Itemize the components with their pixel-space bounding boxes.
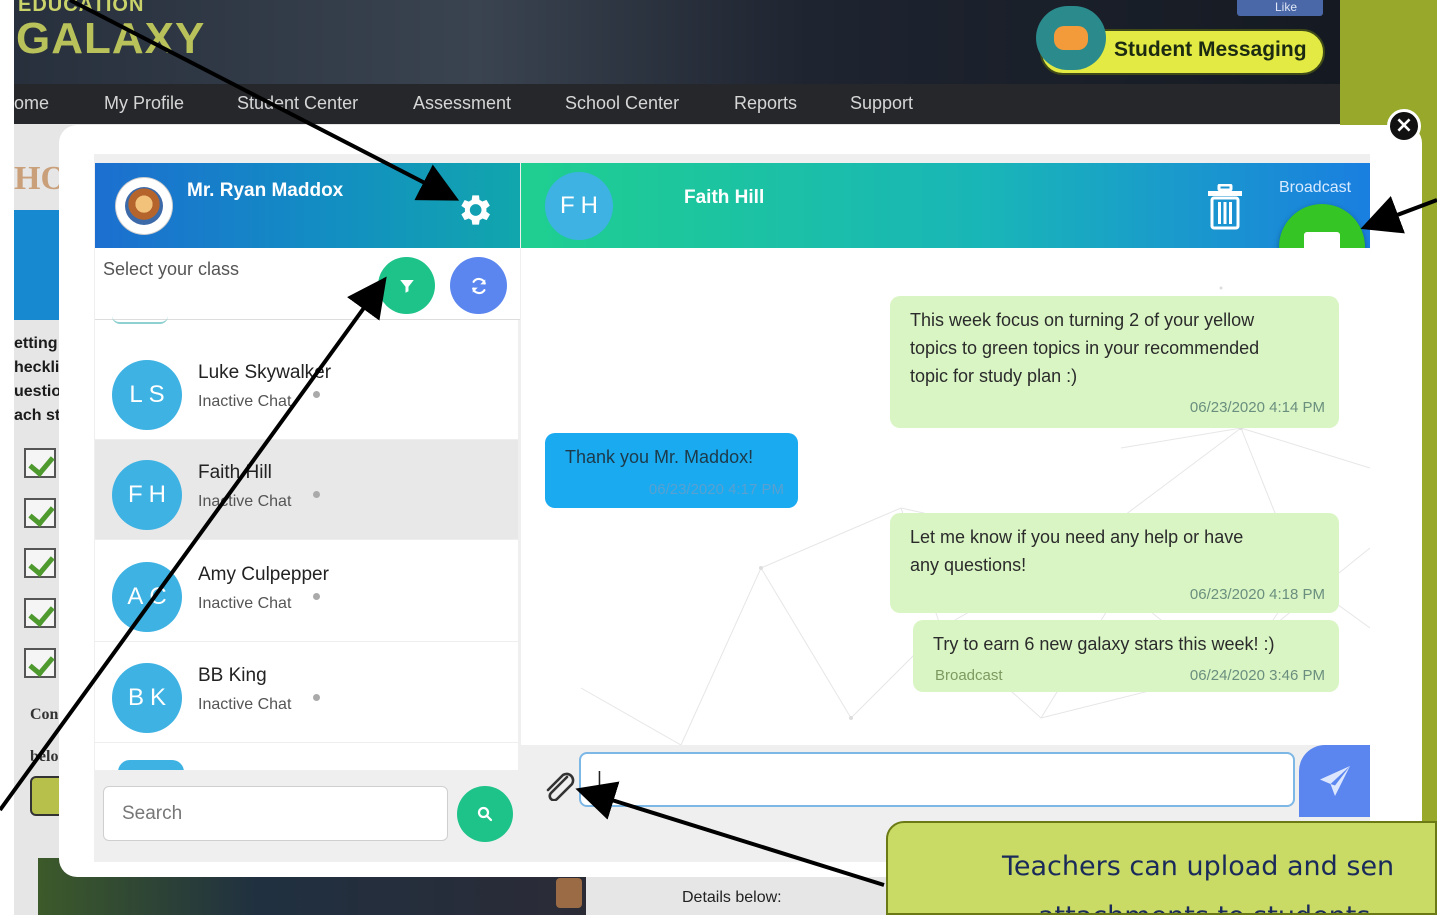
checkbox-checked[interactable] [24,448,56,478]
nav-reports[interactable]: Reports [734,93,797,114]
message-text: Thank you Mr. Maddox! [565,443,753,471]
status-dot [313,694,320,701]
contact-list: LS Luke Skywalker Inactive Chat FH Faith… [95,320,518,770]
message-timestamp: 06/23/2020 4:14 PM [1189,399,1325,416]
list-item[interactable]: LS Luke Skywalker Inactive Chat [95,340,518,440]
left-margin [0,0,14,915]
settings-button[interactable] [452,188,496,232]
status-dot [313,491,320,498]
side-text-line: ach st [14,407,61,424]
message-line: This week focus on turning 2 of your yel… [910,310,1255,330]
help-banner-image [14,210,60,320]
like-button[interactable]: Like [1237,0,1323,16]
message-text: Try to earn 6 new galaxy stars this week… [933,630,1274,658]
nav-home[interactable]: ome [14,93,49,114]
filter-button[interactable] [378,257,435,314]
message-line: Let me know if you need any help or have [910,527,1244,547]
nav-school-center[interactable]: School Center [565,93,679,114]
refresh-icon [471,277,486,294]
message-area: This week focus on turning 2 of your yel… [521,248,1370,745]
contact-name: BB King [198,665,267,686]
list-item[interactable]: AC Amy Culpepper Inactive Chat [95,542,518,642]
gear-icon [461,195,490,225]
side-text: etting heckli uestio ach st [14,332,61,428]
search-icon [477,806,493,822]
message-line: topics to green topics in your recommend… [910,338,1260,358]
message-line: topic for study plan :) [910,366,1078,386]
contact-status: Inactive Chat [198,393,292,410]
checkbox-checked[interactable] [24,598,56,628]
list-item[interactable]: FH Faith Hill Inactive Chat [95,440,518,540]
contact-name: Faith Hill [198,462,272,483]
contact-name: Amy Culpepper [198,564,329,585]
avatar [116,178,172,234]
refresh-button[interactable] [450,257,507,314]
annotation-callout: Teachers can upload and sen attachments … [886,821,1437,915]
message-bubble-broadcast[interactable]: Try to earn 6 new galaxy stars this week… [913,620,1339,692]
attach-button[interactable] [540,768,580,804]
side-text-line: uestio [14,383,62,400]
paperclip-icon [546,772,575,801]
broadcast-label: Broadcast [1279,179,1352,196]
status-dot [313,391,320,398]
send-icon [1319,766,1350,796]
callout-text: Teachers can upload and sen [1002,851,1395,882]
broadcast-tag: Broadcast [935,667,1003,684]
message-timestamp: 06/23/2020 4:18 PM [1189,586,1325,603]
message-input[interactable] [579,752,1295,807]
message-timestamp: 06/24/2020 3:46 PM [1189,667,1325,684]
side-text-con: Con [30,706,59,723]
chat-contact-name: Faith Hill [684,187,765,208]
main-nav: ome My Profile Student Center Assessment… [14,84,1340,124]
student-messaging-label[interactable]: Student Messaging [1114,38,1307,62]
search-input[interactable] [103,786,448,841]
message-line: Try to earn 6 new galaxy stars this week… [933,634,1275,654]
contact-avatar-partial [112,316,168,324]
contact-status: Inactive Chat [198,595,292,612]
avatar: FH [112,460,182,530]
message-bubble-outgoing[interactable]: Let me know if you need any help or have… [890,513,1339,613]
search-button[interactable] [457,786,513,842]
contact-status: Inactive Chat [198,493,292,510]
contact-name: Luke Skywalker [198,362,332,383]
filter-icon [399,279,414,293]
message-timestamp: 06/23/2020 4:17 PM [648,481,784,498]
avatar: BK [112,663,182,733]
message-bubble-incoming[interactable]: Thank you Mr. Maddox! 06/23/2020 4:17 PM [545,433,798,508]
class-select-label[interactable]: Select your class [103,259,239,280]
delete-chat-button[interactable] [1205,182,1245,232]
message-line: Thank you Mr. Maddox! [565,447,754,467]
message-text: This week focus on turning 2 of your yel… [910,306,1259,390]
side-text-line: heckli [14,359,60,376]
message-text: Let me know if you need any help or have… [910,523,1243,579]
callout-text: attachments to students [1038,901,1370,913]
status-dot [313,593,320,600]
trash-icon [1208,184,1242,230]
avatar: AC [112,562,182,632]
contact-status: Inactive Chat [198,696,292,713]
close-icon: × [1394,113,1414,138]
list-item[interactable]: BK BB King Inactive Chat [95,643,518,743]
messaging-icon[interactable] [1036,6,1106,70]
checkbox-checked[interactable] [24,498,56,528]
nav-assessment[interactable]: Assessment [413,93,511,114]
site-logo[interactable]: GALAXY [16,14,205,64]
avatar: FH [545,172,613,240]
checkbox-checked[interactable] [24,648,56,678]
avatar: LS [112,360,182,430]
side-text-below: belo [30,748,59,765]
teacher-name: Mr. Ryan Maddox [187,180,344,201]
change-avatar-button[interactable] [556,878,582,908]
message-bubble-outgoing[interactable]: This week focus on turning 2 of your yel… [890,296,1339,428]
details-label: Details below: [682,889,782,906]
message-line: any questions! [910,555,1027,575]
send-button[interactable] [1299,745,1370,817]
nav-student-center[interactable]: Student Center [237,93,358,114]
checkbox-checked[interactable] [24,548,56,578]
close-button[interactable]: × [1387,109,1421,143]
nav-my-profile[interactable]: My Profile [104,93,184,114]
nav-support[interactable]: Support [850,93,913,114]
side-text-line: etting [14,335,58,352]
